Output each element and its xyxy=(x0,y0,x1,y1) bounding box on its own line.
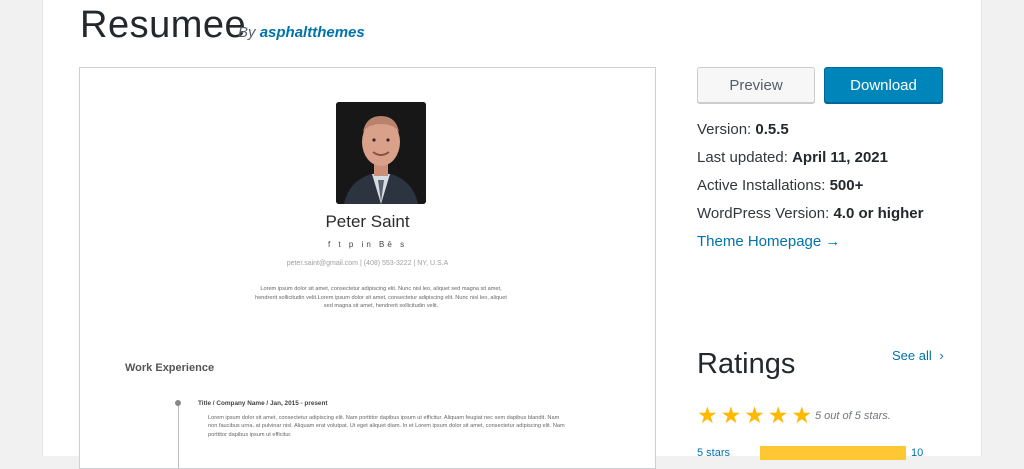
timeline-line xyxy=(178,404,179,468)
active-installations-label: Active Installations: xyxy=(697,177,826,194)
job-description: Lorem ipsum dolor sit amet, consectetur … xyxy=(208,415,565,438)
active-installations-value: 500+ xyxy=(829,177,864,194)
five-stars-link[interactable]: 5 stars xyxy=(697,447,730,459)
behance-icon: Bē xyxy=(379,240,395,249)
resume-about: Lorem ipsum dolor sit amet, consectetur … xyxy=(255,286,507,309)
version-value: 0.5.5 xyxy=(755,121,789,138)
last-updated-label: Last updated: xyxy=(697,149,788,166)
ratings-heading: Ratings xyxy=(697,348,796,380)
five-stars-count: 10 xyxy=(911,447,924,459)
resume-name: Peter Saint xyxy=(325,212,410,231)
version-label: Version: xyxy=(697,121,752,138)
facebook-icon: f xyxy=(327,240,334,249)
resume-contact: peter.saint@gmail.com | (408) 553-3222 |… xyxy=(286,260,449,267)
theme-homepage-link[interactable]: Theme Homepage → xyxy=(697,233,840,250)
wordpress-version-value: 4.0 or higher xyxy=(833,205,924,222)
star-icon: ★ xyxy=(720,402,742,428)
five-stars-bar-fill xyxy=(760,446,906,460)
profile-photo xyxy=(336,102,426,204)
social-icons: f t p in Bē s xyxy=(80,240,655,249)
rating-summary: 5 out of 5 stars. xyxy=(815,410,891,422)
by-prefix: By xyxy=(238,24,256,41)
preview-button[interactable]: Preview xyxy=(697,67,815,103)
skype-icon: s xyxy=(400,240,408,249)
active-installations-row: Active Installations: 500+ xyxy=(697,177,863,194)
star-icon: ★ xyxy=(744,402,765,428)
version-row: Version: 0.5.5 xyxy=(697,121,789,138)
linkedin-icon: in xyxy=(361,240,374,249)
theme-screenshot: Peter Saint f t p in Bē s peter.saint@gm… xyxy=(79,67,656,469)
pinterest-icon: p xyxy=(348,240,357,249)
work-experience-heading: Work Experience xyxy=(125,362,215,374)
star-icon: ★ xyxy=(697,402,718,428)
twitter-icon: t xyxy=(338,240,344,249)
last-updated-row: Last updated: April 11, 2021 xyxy=(697,149,888,166)
see-all-label: See all xyxy=(892,348,932,363)
last-updated-value: April 11, 2021 xyxy=(792,149,888,166)
download-button[interactable]: Download xyxy=(824,67,943,103)
timeline-dot xyxy=(175,400,181,406)
see-all-link[interactable]: See all › xyxy=(892,348,944,363)
author-link[interactable]: asphaltthemes xyxy=(260,24,365,41)
theme-byline: By asphaltthemes xyxy=(238,24,365,41)
star-icon: ★ xyxy=(767,402,789,428)
wordpress-version-label: WordPress Version: xyxy=(697,205,830,222)
job-title: Title / Company Name / Jan, 2015 - prese… xyxy=(198,400,328,407)
wordpress-version-row: WordPress Version: 4.0 or higher xyxy=(697,205,923,222)
star-icon: ★ xyxy=(791,402,813,428)
star-rating: ★ ★ ★ ★ ★ xyxy=(697,403,812,427)
theme-title: Resumee xyxy=(80,4,247,46)
chevron-right-icon: › xyxy=(939,348,944,363)
five-stars-bar xyxy=(760,446,906,460)
